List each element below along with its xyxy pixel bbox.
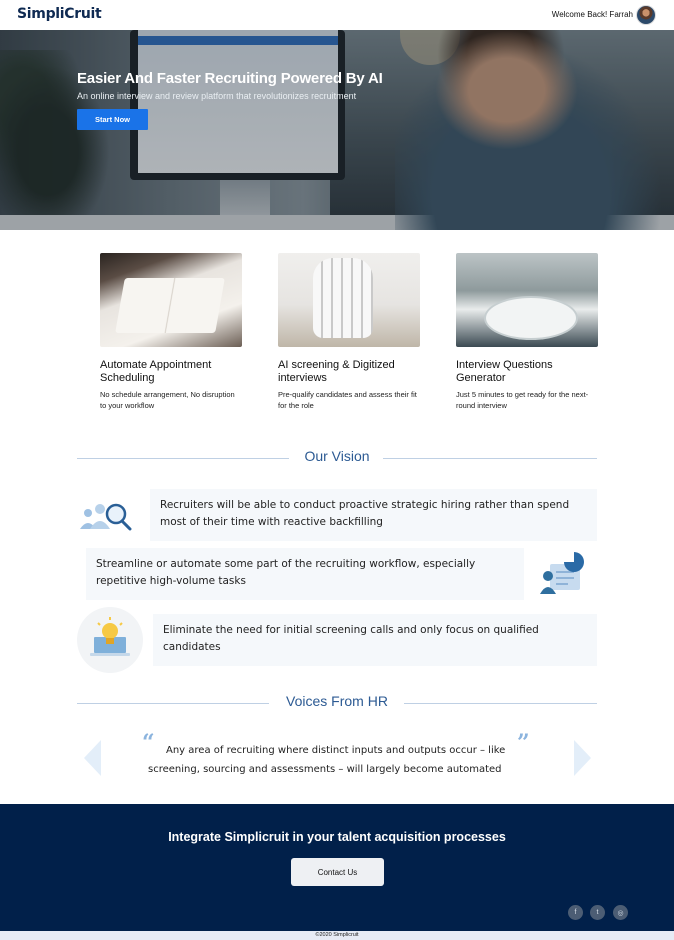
section-title: Voices From HR <box>286 693 388 709</box>
quote-close-icon: ” <box>517 730 530 756</box>
carousel-next-arrow[interactable] <box>574 740 591 776</box>
quote-text: Any area of recruiting where distinct in… <box>148 745 506 775</box>
our-vision-heading: Our Vision <box>77 448 597 468</box>
voices-from-hr-heading: Voices From HR <box>77 693 597 713</box>
top-bar: SimpliCruit Welcome Back! Farrah <box>0 0 674 30</box>
start-now-button[interactable]: Start Now <box>77 109 148 130</box>
contact-us-button[interactable]: Contact Us <box>291 858 384 886</box>
facebook-icon[interactable]: f <box>568 905 583 920</box>
cta-section: Integrate Simplicruit in your talent acq… <box>0 804 674 931</box>
meeting-table-image <box>456 253 598 347</box>
feature-card-scheduling: Automate Appointment Scheduling No sched… <box>100 253 242 411</box>
vision-item: Recruiters will be able to conduct proac… <box>150 489 597 541</box>
person-chart-icon <box>540 552 584 594</box>
hero-title: Easier And Faster Recruiting Powered By … <box>77 70 383 87</box>
feature-card-ai-screening: AI screening & Digitized interviews Pre-… <box>278 253 420 411</box>
section-title: Our Vision <box>304 448 370 464</box>
people-search-icon <box>80 503 132 531</box>
lightbulb-laptop-icon-wrapper <box>77 607 143 673</box>
hero-subtitle: An online interview and review platform … <box>77 91 357 101</box>
instagram-icon[interactable]: ◎ <box>613 905 628 920</box>
feature-desc: Just 5 minutes to get ready for the next… <box>456 390 589 410</box>
feature-desc: No schedule arrangement, No disruption t… <box>100 390 235 410</box>
testimonial-quote: Any area of recruiting where distinct in… <box>148 741 518 779</box>
feature-title: Automate Appointment Scheduling <box>100 359 212 384</box>
robot-hand-image <box>278 253 420 347</box>
hero-banner <box>0 30 674 230</box>
feature-desc: Pre-qualify candidates and assess their … <box>278 390 417 410</box>
calendar-image <box>100 253 242 347</box>
feature-title: AI screening & Digitized interviews <box>278 359 395 384</box>
feature-card-questions: Interview Questions Generator Just 5 min… <box>456 253 598 411</box>
vision-item: Streamline or automate some part of the … <box>86 548 524 600</box>
vision-item: Eliminate the need for initial screening… <box>153 614 597 666</box>
avatar[interactable] <box>636 5 656 25</box>
welcome-text: Welcome Back! Farrah <box>551 10 633 19</box>
cta-title: Integrate Simplicruit in your talent acq… <box>168 830 506 844</box>
carousel-prev-arrow[interactable] <box>84 740 101 776</box>
feature-title: Interview Questions Generator <box>456 359 553 384</box>
logo[interactable]: SimpliCruit <box>17 6 102 22</box>
lightbulb-laptop-icon <box>90 617 130 656</box>
twitter-icon[interactable]: t <box>590 905 605 920</box>
footer-copyright: ©2020 Simplicruit <box>0 931 674 940</box>
